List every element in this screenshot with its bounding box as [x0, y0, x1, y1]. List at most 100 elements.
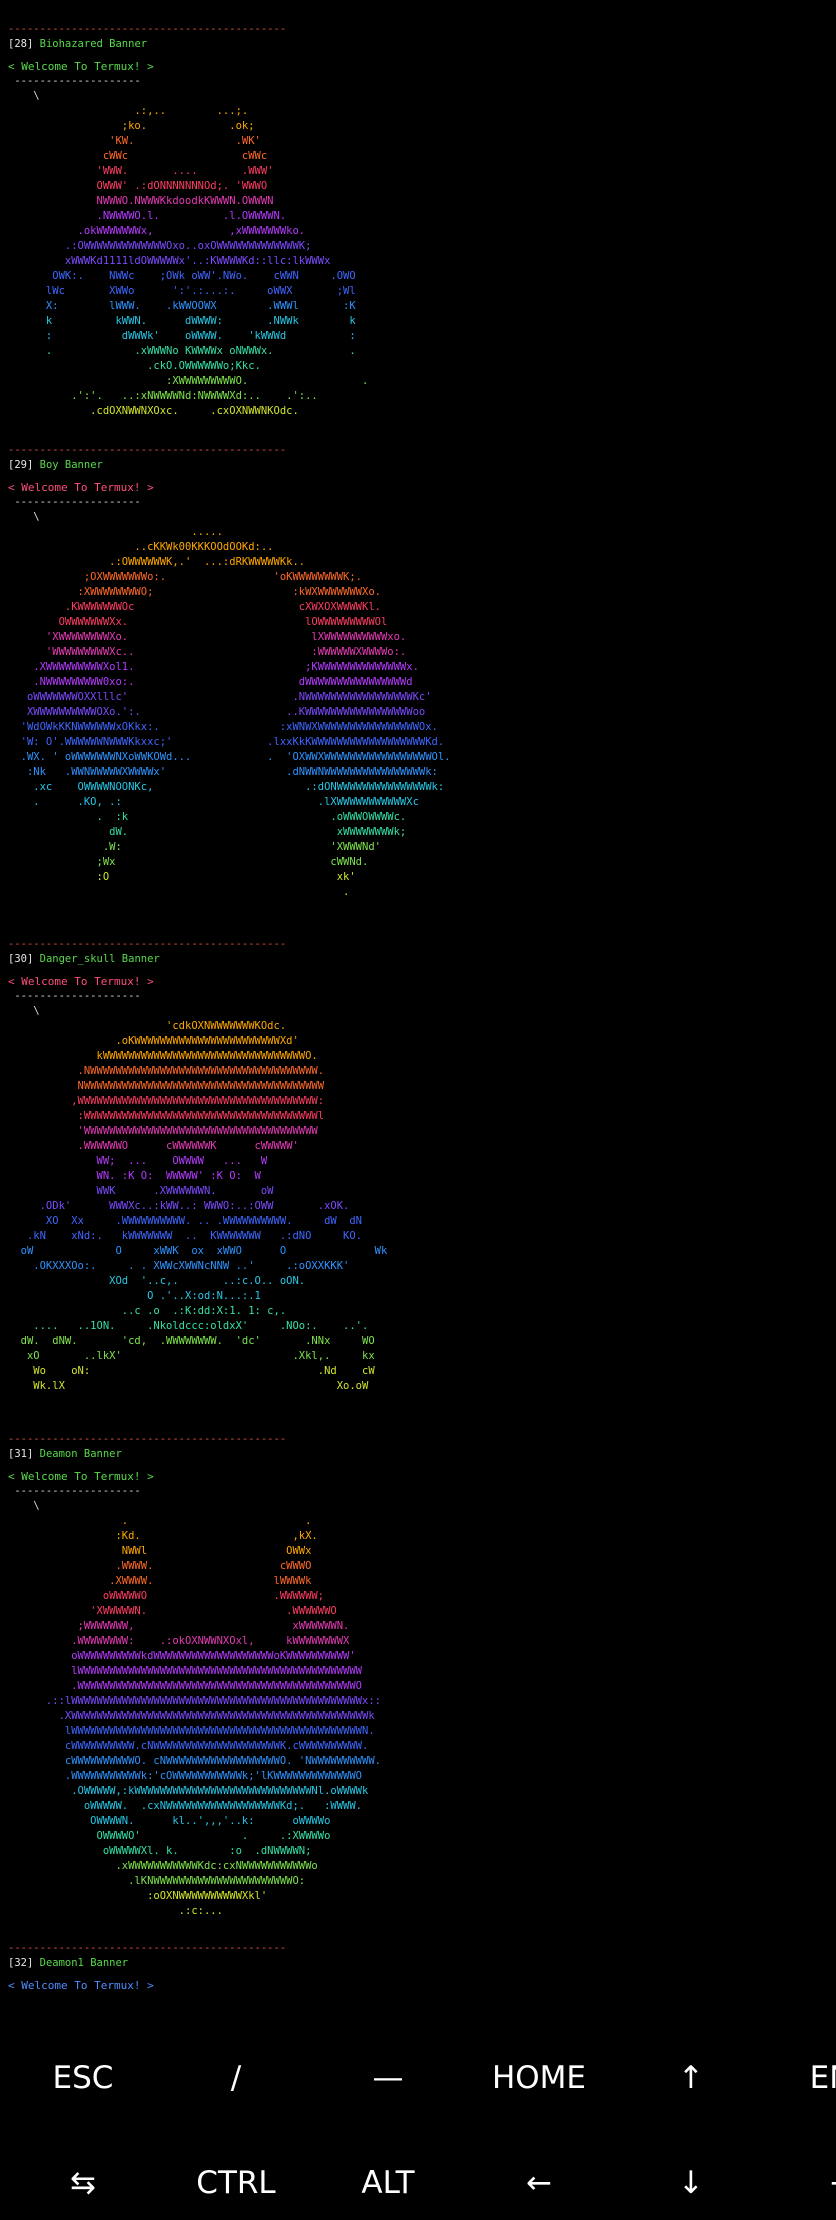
ascii-art-line: .OWWWWW,:kWWWWWWWWWWWWWWWWWWWWWWWWWWWWNl…	[8, 1785, 369, 1797]
arrow-left-key[interactable]: ←	[463, 2165, 615, 2201]
ascii-art-line: .XWWWWWWWWWXol1. ;KWWWWWWWWWWWWWWx.	[8, 661, 419, 673]
ascii-art-line: :Nk .WWNWWWWWXWWWWx' .dNWWNWWWWWWWWWWWWW…	[8, 766, 438, 778]
banner-number: [31]	[8, 1448, 34, 1460]
ascii-art-line: X: lWWW. .kWWOOWX .WWWl :K	[8, 300, 356, 312]
ascii-art-line: .oKWWWWWWWWWWWWWWWWWWWWWWWXd'	[8, 1035, 299, 1047]
ascii-art-line: ;ko. .ok;	[8, 120, 255, 132]
ascii-art-line: :XWWWWWWWWWO. .	[8, 375, 369, 387]
slash-key[interactable]: /	[160, 2060, 312, 2096]
ascii-art-line: WW; ... OWWWW ... W	[8, 1155, 268, 1167]
ascii-art-line: dW. dNW. 'cd, .WWWWWWWW. 'dc' .NNx WO	[8, 1335, 375, 1347]
ascii-art-line: xO ..lkX' .Xkl,. kx	[8, 1350, 375, 1362]
separator-line: ----------------------------------------…	[8, 938, 287, 950]
banner-number: [32]	[8, 1957, 34, 1969]
ascii-art-line: .NWWWWWWWWW0xo:. dWWWWWWWWWWWWWWWWd	[8, 676, 413, 688]
dash-key[interactable]: —	[312, 2060, 464, 2096]
ascii-art-line: 'WWWWWWWWWXc.. :WWWWWWXWWWWo:.	[8, 646, 407, 658]
ascii-art-line: oWWWWWWWWWWkdWWWWWWWWWWWWWWWWWWWoKWWWWWW…	[8, 1650, 356, 1662]
banner-number: [30]	[8, 953, 34, 965]
banner-name: Biohazared Banner	[39, 38, 148, 50]
ascii-art-line: XOd '..c,. ..:c.O.. oON.	[8, 1275, 306, 1287]
ascii-art-line: XWWWWWWWWWWOXo.':. ..KWWWWWWWWWWWWWWWWWo…	[8, 706, 426, 718]
home-key[interactable]: HOME	[463, 2060, 615, 2096]
ascii-art-line: :O xk'	[8, 871, 356, 883]
ascii-art-line: .....	[8, 526, 223, 538]
extra-keys-bar: ESC/—HOME↑END ⇆CTRLALT←↓→	[0, 2020, 836, 2220]
banner-number: [29]	[8, 459, 34, 471]
ascii-art-line: .NWWWWWWWWWWWWWWWWWWWWWWWWWWWWWWWWWWWW.	[8, 1065, 325, 1077]
ctrl-key[interactable]: CTRL	[160, 2165, 312, 2201]
ascii-art-line: ;Wx cWWNd.	[8, 856, 369, 868]
welcome-message: < Welcome To Termux! >	[8, 1470, 154, 1483]
cowsay-dash-line: --------------------	[8, 496, 141, 508]
ascii-art-line: cWWWWWWWWWWO. cNWWWWWWWWWWWWWWWWWWO. 'NW…	[8, 1755, 381, 1767]
ascii-art-line: .... ..1ON. .Nkoldccc:oldxX' .NOo:. ..'.	[8, 1320, 369, 1332]
ascii-art-line: : dWWWk' oWWWW. 'kWWWd :	[8, 330, 356, 342]
welcome-message: < Welcome To Termux! >	[8, 60, 154, 73]
terminal-output[interactable]: -------------------- --------------------…	[0, 0, 836, 2020]
ascii-art-line: 'KW. .WK'	[8, 135, 261, 147]
cowsay-tail: \	[8, 511, 40, 523]
ascii-art-line: lWWWWWWWWWWWWWWWWWWWWWWWWWWWWWWWWWWWWWWW…	[8, 1725, 375, 1737]
cowsay-tail: \	[8, 1500, 40, 1512]
ascii-art-line: oWWWWWO .WWWWWW;	[8, 1590, 325, 1602]
cowsay-dash-line: --------------------	[8, 990, 141, 1002]
banner-title: [28] Biohazared Banner	[8, 37, 147, 52]
ascii-art-line: .okWWWWWWWx, ,xWWWWWWWko.	[8, 225, 306, 237]
ascii-art-line: OWWWWO' . .:XWWWWo	[8, 1830, 331, 1842]
ascii-art-line: kWWWWWWWWWWWWWWWWWWWWWWWWWWWWWWWWO.	[8, 1050, 318, 1062]
ascii-art-line: cWWc cWWc	[8, 150, 268, 162]
ascii-art-line: .WWWWWWO cWWWWWWK cWWWWW'	[8, 1140, 299, 1152]
ascii-art-line: . :k .oWWWOWWWWc.	[8, 811, 407, 823]
ascii-art-line: oWWWWWWWOXXlllc' .NWWWWWWWWWWWWWWWWWKc'	[8, 691, 432, 703]
cowsay-dash-line: --------------------	[8, 75, 141, 87]
welcome-message: < Welcome To Termux! >	[8, 481, 154, 494]
ascii-art-line: .WWWWWWWWWWWk:'cOWWWWWWWWWWWk;'lKWWWWWWW…	[8, 1770, 363, 1782]
banner-name: Deamon Banner	[39, 1448, 122, 1460]
ascii-art-line: .:,.. ...;.	[8, 105, 249, 117]
ascii-art-line: .ODk' WWWXc..:kWW..: WWWO:..:OWW .xOK.	[8, 1200, 350, 1212]
arrow-right-key[interactable]: →	[767, 2165, 836, 2201]
ascii-art-line: .W: 'XWWWNd'	[8, 841, 381, 853]
ascii-art-line: oWWWWW. .cxNWWWWWWWWWWWWWWWWWWKd;. :WWWW…	[8, 1800, 363, 1812]
ascii-art-line: NWWl OWWx	[8, 1545, 312, 1557]
ascii-art-line: .xc OWWWWNOONKc, .:dONWWWWWWWWWWWWWWWk:	[8, 781, 445, 793]
ascii-art-line: .:OWWWWWWK,.' ...:dRKWWWWWKk..	[8, 556, 306, 568]
ascii-art-line: XO Xx .WWWWWWWWWW. .. .WWWWWWWWWW. dW dN	[8, 1215, 363, 1227]
alt-key[interactable]: ALT	[312, 2165, 464, 2201]
ascii-art-line: oWWWWWXl. k. :o .dNWWWWN;	[8, 1845, 312, 1857]
arrow-up-key[interactable]: ↑	[615, 2060, 767, 2096]
ascii-art-line: ;WWWWWWW, xWWWWWWN.	[8, 1620, 350, 1632]
ascii-art-line: .cdOXNWWNXOxc. .cxOXNWWNKOdc.	[8, 405, 299, 417]
ascii-art-line: :XWWWWWWWWO; :kWXWWWWWWWXo.	[8, 586, 381, 598]
ascii-art-line: OWK:. NWWc ;OWk oWW'.NWo. cWWN .OWO	[8, 270, 356, 282]
ascii-art-line: NWWWWWWWWWWWWWWWWWWWWWWWWWWWWWWWWWWWWWW	[8, 1080, 325, 1092]
ascii-art-line: OWWWWWWWXx. lOWWWWWWWWWOl	[8, 616, 388, 628]
ascii-art-line: 'WdOWkKKNWWWWWWxOKkx:. :xWNWXWWWWWWWWWWW…	[8, 721, 438, 733]
ascii-art-line: lWWWWWWWWWWWWWWWWWWWWWWWWWWWWWWWWWWWWWWW…	[8, 1665, 363, 1677]
ascii-art-line: .':'. ..:xNWWWWNd:NWWWWXd:.. .':..	[8, 390, 318, 402]
arrow-down-key[interactable]: ↓	[615, 2165, 767, 2201]
ascii-art-line: . .KO, .: .lXWWWWWWWWWWWXc	[8, 796, 419, 808]
ascii-art-line: lWc XWWo ':'.:...:. oWWX ;Wl	[8, 285, 356, 297]
ascii-art-line: .WWWWWWWWWWWWWWWWWWWWWWWWWWWWWWWWWWWWWWW…	[8, 1680, 363, 1692]
ascii-art-line: oW O xWWK ox xWWO O Wk	[8, 1245, 388, 1257]
ascii-art-line: .ckO.OWWWWWWo;Kkc.	[8, 360, 261, 372]
ascii-art-line: dW. xWWWWWWWWk;	[8, 826, 407, 838]
ascii-art-line: :WWWWWWWWWWWWWWWWWWWWWWWWWWWWWWWWWWWWWl	[8, 1110, 325, 1122]
separator-line: ----------------------------------------…	[8, 1942, 287, 1954]
end-key[interactable]: END	[767, 2060, 836, 2096]
ascii-art-line: .XWWWW. lWWWWk	[8, 1575, 312, 1587]
ascii-art-line: 'XWWWWWN. .WWWWWWO	[8, 1605, 337, 1617]
esc-key[interactable]: ESC	[7, 2060, 159, 2096]
ascii-art-line: .WX. ' oWWWWWWWNXoWWKOWd... . 'OXWWXWWWW…	[8, 751, 451, 763]
ascii-art-line: .::lWWWWWWWWWWWWWWWWWWWWWWWWWWWWWWWWWWWW…	[8, 1695, 381, 1707]
tab-key[interactable]: ⇆	[7, 2165, 159, 2201]
ascii-art-line: 'W: O'.WWWWWWNWWWKkxxc;' .lxxKkKWWWWWWWW…	[8, 736, 445, 748]
banner-title: [32] Deamon1 Banner	[8, 1956, 128, 1971]
ascii-art-line: NWWWO.NWWWKkdoodkKWWWN.OWWWN	[8, 195, 274, 207]
ascii-art-line: ..cKKWk00KKKOOdOOKd:..	[8, 541, 274, 553]
ascii-art-line: . .xWWWNo KWWWWx oNWWWx. .	[8, 345, 356, 357]
ascii-art-line: ..c .o .:K:dd:X:1. 1: c,.	[8, 1305, 287, 1317]
ascii-art-line: OWWWWN. kl..',,,'..k: oWWWWo	[8, 1815, 331, 1827]
